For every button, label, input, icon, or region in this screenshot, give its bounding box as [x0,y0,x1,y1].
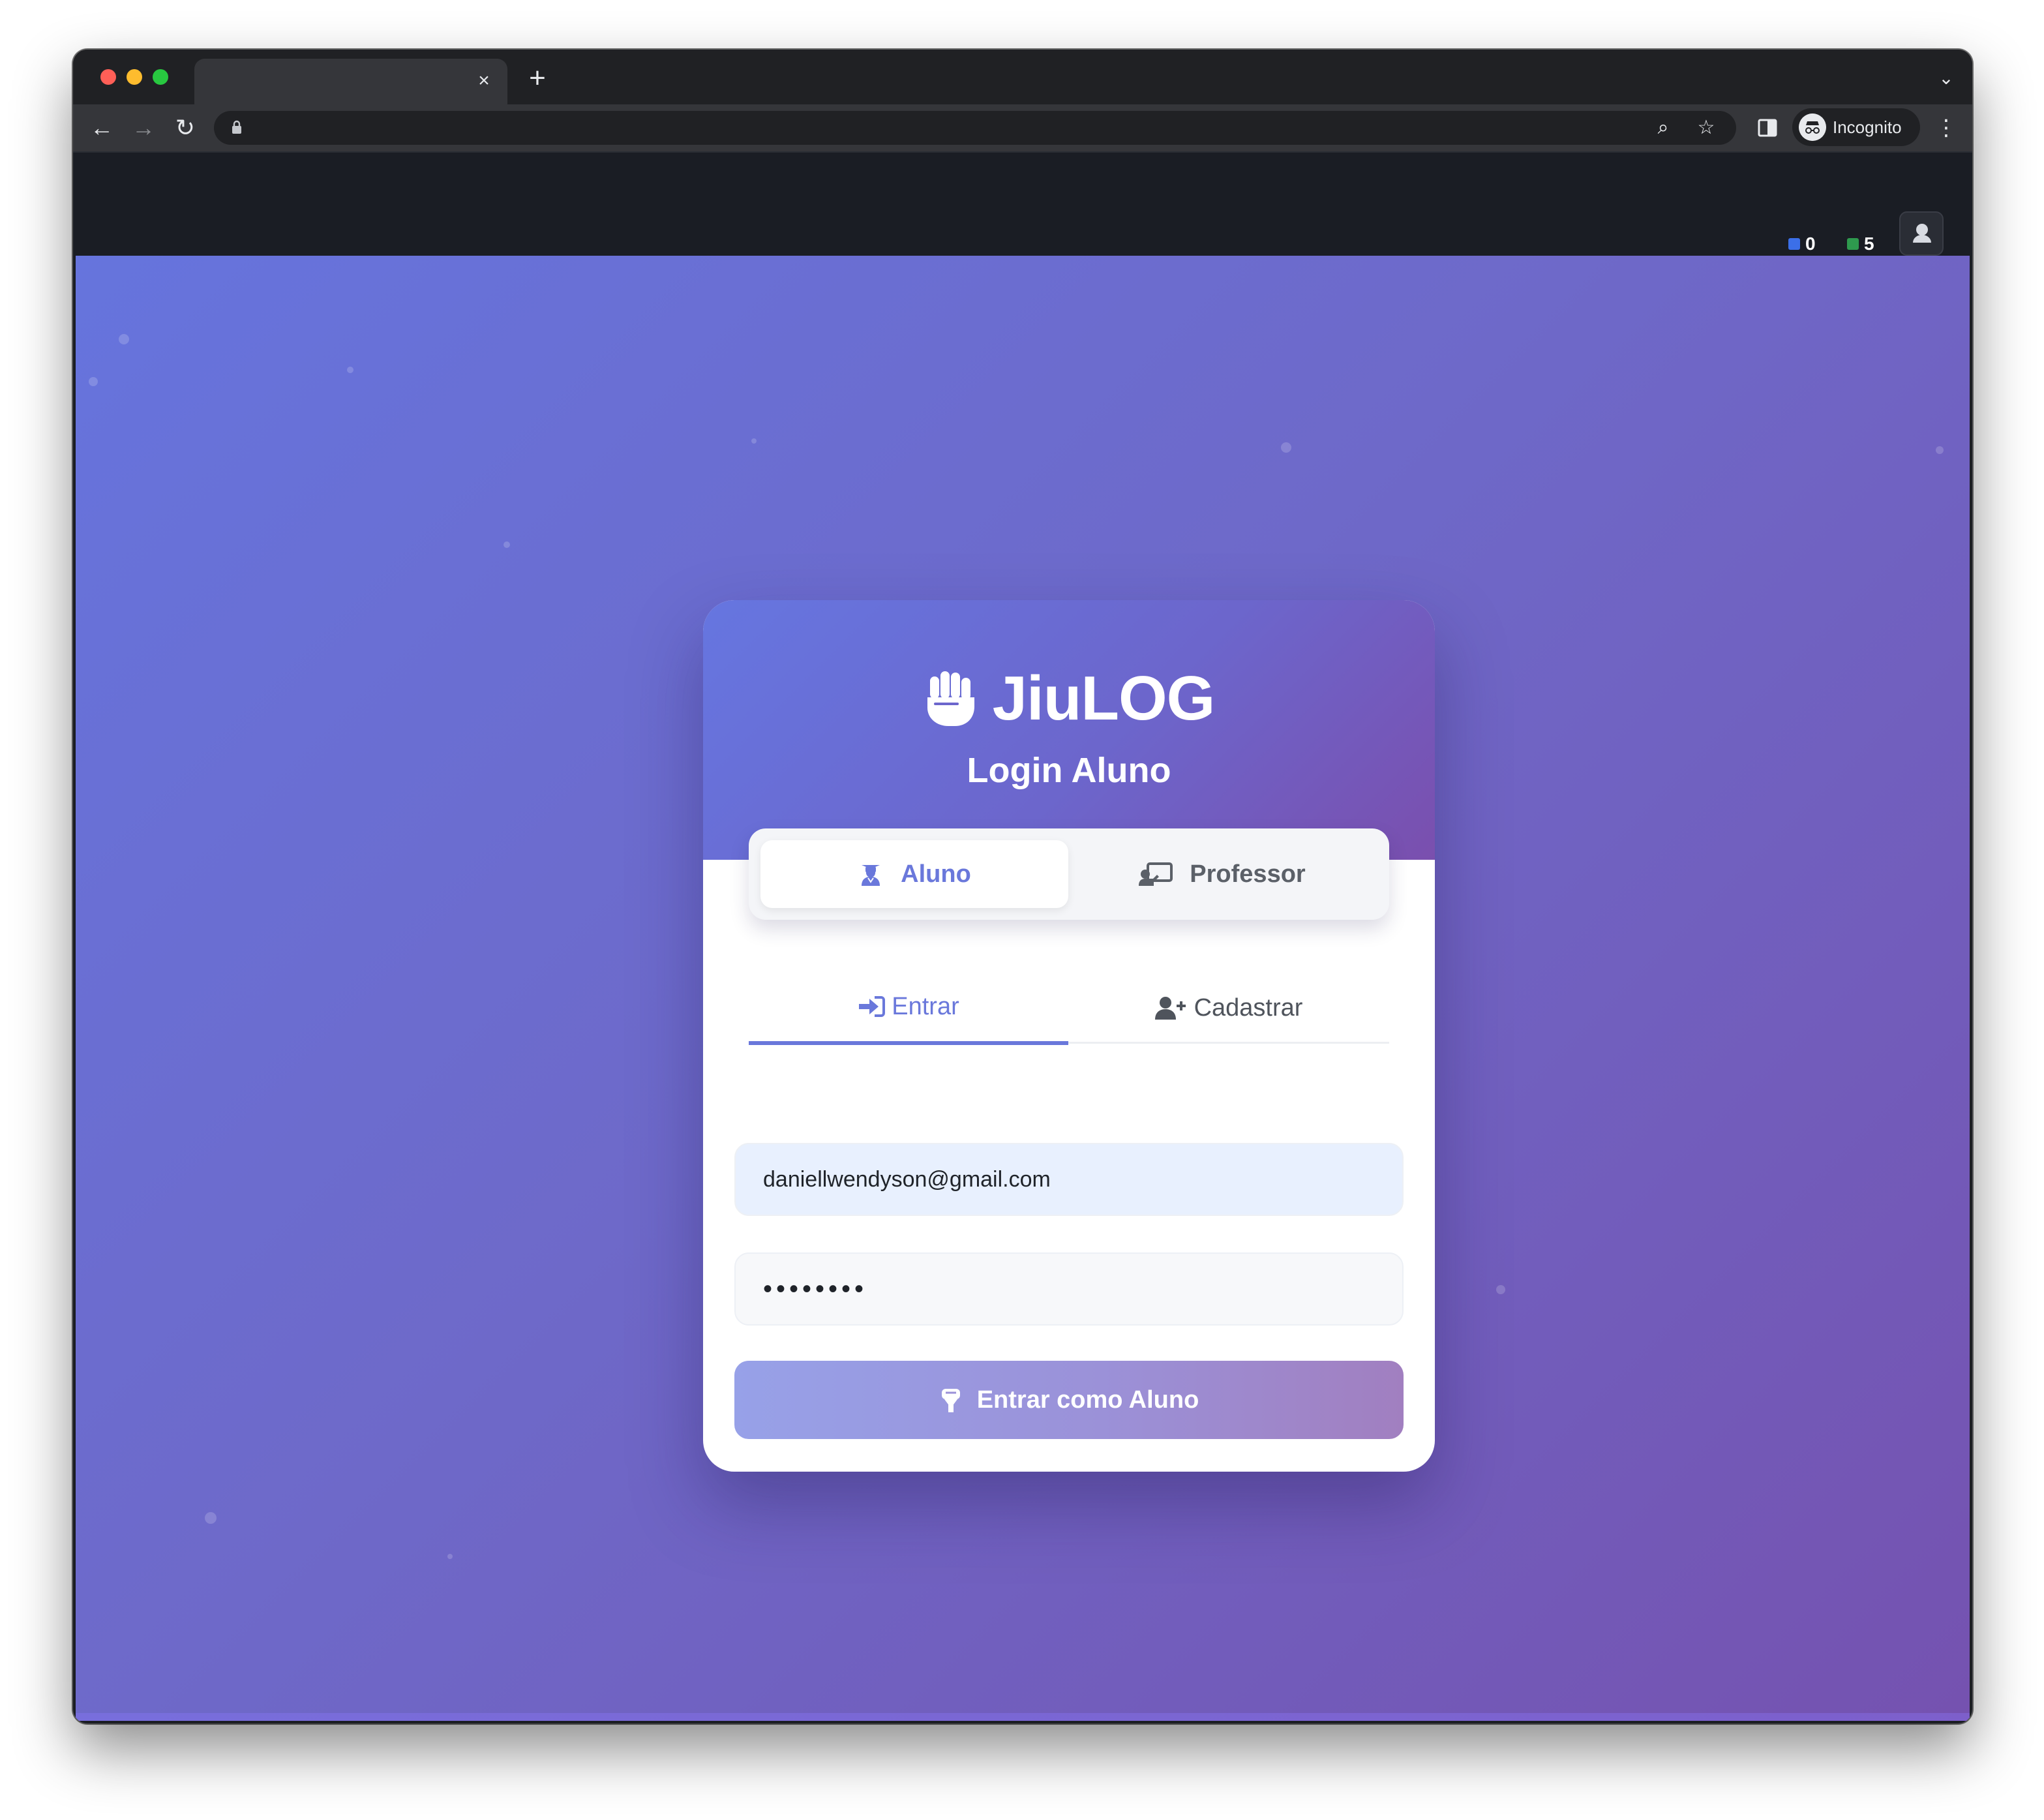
counter-blue-value: 0 [1805,234,1816,254]
new-tab-icon[interactable]: + [523,64,552,93]
role-switch: Aluno Professor [749,828,1389,920]
tab-cadastrar-label: Cadastrar [1194,993,1303,1022]
fist-bump-icon [941,1389,960,1412]
browser-toolbar: ← → ↻ ⌕ ☆ Incognito ⋮ [73,104,1972,151]
brand-title: JiuLOG [992,663,1216,733]
close-window-button[interactable] [100,69,116,85]
user-plus-icon [1154,997,1186,1020]
zoom-icon[interactable]: ⌕ [1651,116,1675,140]
bookmark-star-icon[interactable]: ☆ [1694,116,1718,140]
tab-search-chevron-icon[interactable]: ⌄ [1934,67,1958,90]
background-particle [447,1554,453,1559]
tab-entrar[interactable]: Entrar [749,972,1068,1045]
bottom-strip [76,1713,1970,1721]
auth-tabs: Entrar Cadastrar [749,972,1389,1045]
back-icon[interactable]: ← [87,114,116,142]
sign-in-icon [859,996,886,1017]
background-particle [347,367,353,373]
login-page-background: JiuLOG Login Aluno Aluno Professor Entra… [76,256,1970,1721]
role-tab-aluno[interactable]: Aluno [760,840,1068,908]
incognito-icon [1799,114,1826,141]
maximize-window-button[interactable] [153,69,168,85]
background-particle [1281,442,1291,453]
card-header: JiuLOG Login Aluno [703,600,1435,860]
address-bar[interactable]: ⌕ ☆ [214,111,1736,145]
background-particle [205,1512,217,1524]
tab-close-icon[interactable]: × [472,69,496,93]
login-submit-button[interactable]: Entrar como Aluno [734,1361,1404,1439]
background-particle [1496,1285,1505,1294]
background-particle [119,334,129,344]
tab-entrar-label: Entrar [892,992,959,1020]
tab-cadastrar[interactable]: Cadastrar [1068,972,1388,1044]
incognito-indicator[interactable]: Incognito [1792,108,1920,146]
fist-icon [927,671,974,726]
role-tab-professor[interactable]: Professor [1068,840,1376,908]
green-square-icon [1847,238,1859,250]
password-field[interactable] [734,1252,1404,1326]
role-tab-professor-label: Professor [1190,860,1306,888]
graduate-icon [862,865,880,886]
browser-tab[interactable]: × [194,59,507,104]
background-particle [1936,446,1944,454]
browser-window: × + ⌄ ← → ↻ ⌕ ☆ Incognito ⋮ 0 5 JiuLOG L… [73,50,1972,1723]
brand: JiuLOG [703,663,1435,735]
login-submit-label: Entrar como Aluno [976,1386,1199,1414]
minimize-window-button[interactable] [127,69,142,85]
user-icon [1913,224,1931,243]
side-panel-icon[interactable] [1756,116,1779,140]
reload-icon[interactable]: ↻ [171,114,200,142]
counter-green: 5 [1847,234,1874,254]
email-field[interactable] [734,1143,1404,1216]
chalkboard-teacher-icon [1139,862,1173,886]
background-particle [89,377,98,386]
login-card: JiuLOG Login Aluno Aluno Professor Entra… [703,600,1435,1472]
counter-blue: 0 [1788,234,1816,254]
background-particle [751,438,757,444]
lock-icon [232,120,241,134]
browser-tab-strip: × + ⌄ [73,50,1972,104]
forward-icon[interactable]: → [129,114,158,142]
user-account-button[interactable] [1899,211,1944,256]
counter-green-value: 5 [1864,234,1874,254]
role-tab-aluno-label: Aluno [901,860,971,888]
blue-square-icon [1788,238,1800,250]
browser-menu-icon[interactable]: ⋮ [1934,114,1958,142]
background-particle [503,541,510,548]
page-title: Login Aluno [967,751,1171,790]
incognito-label: Incognito [1833,117,1902,137]
